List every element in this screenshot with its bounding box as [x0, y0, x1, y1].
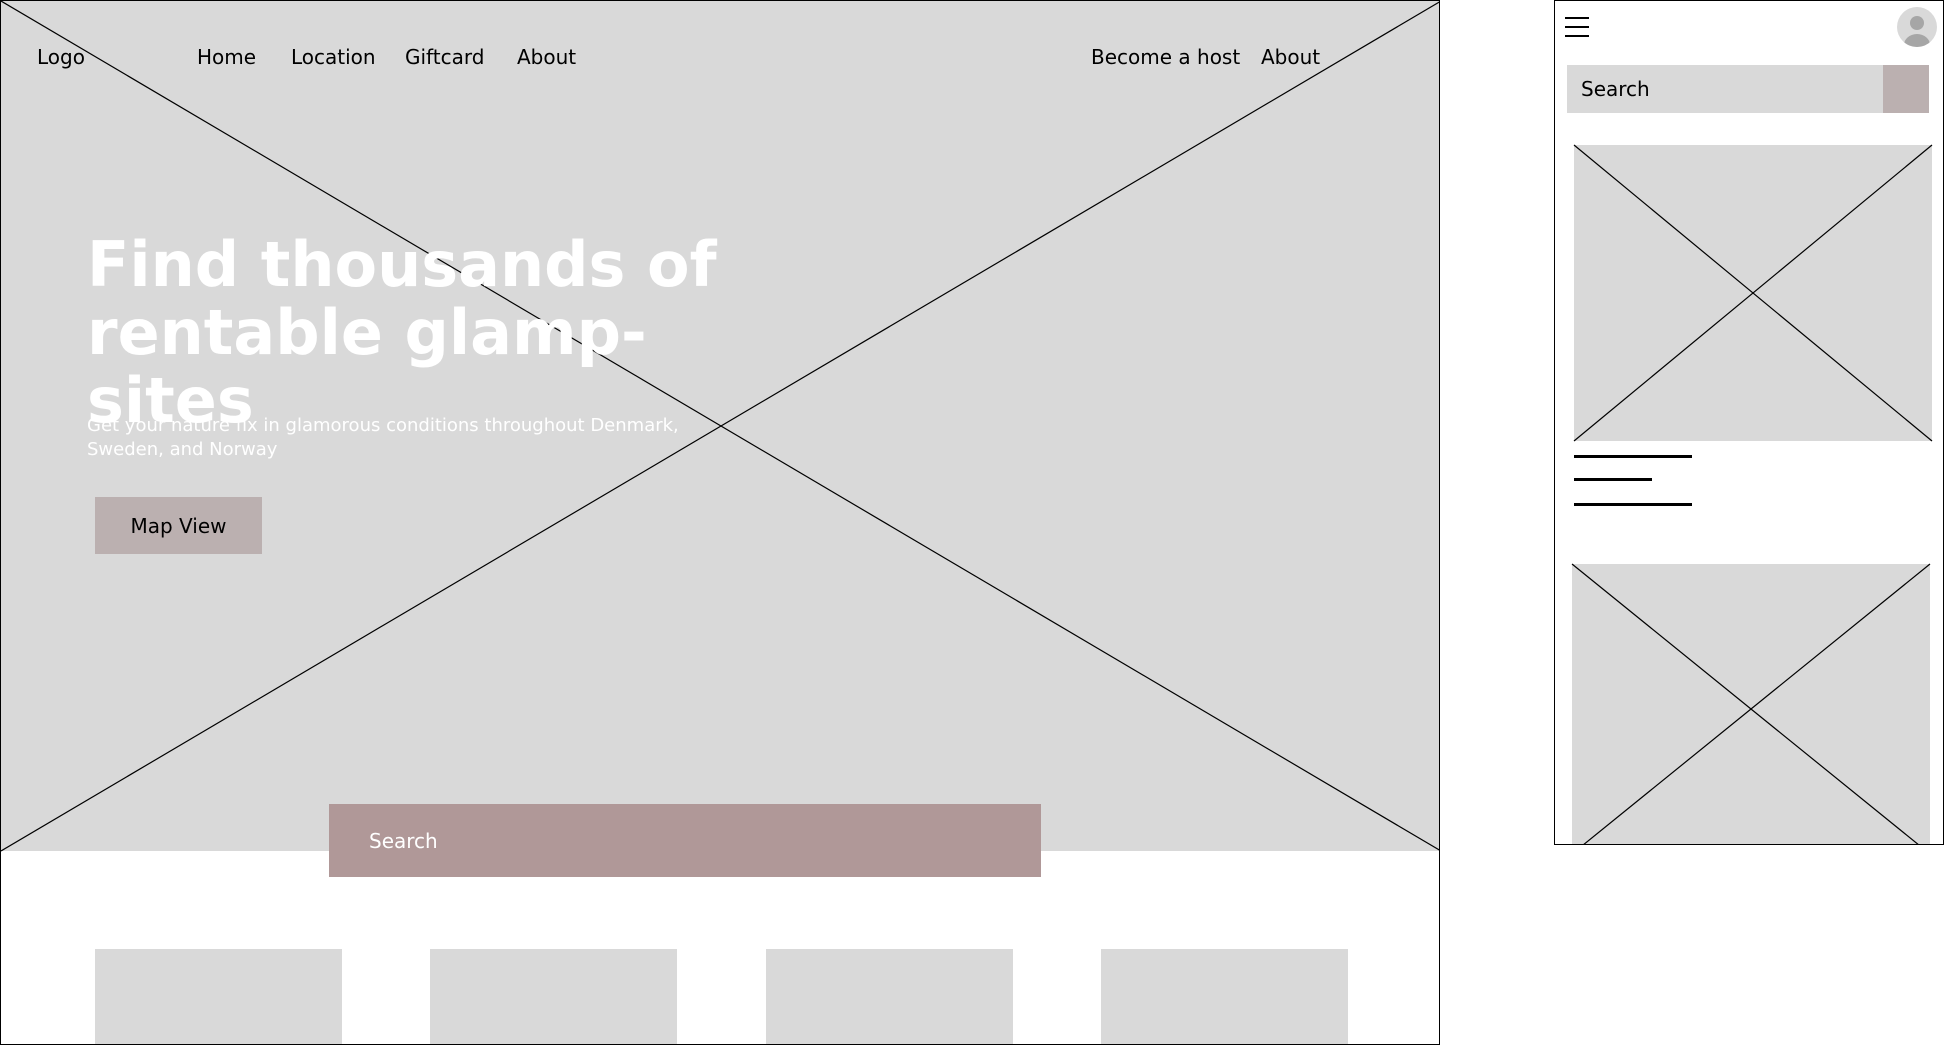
text-placeholder-line [1574, 478, 1652, 481]
card-placeholder[interactable] [1101, 949, 1348, 1044]
hero-subtitle: Get your nature fix in glamorous conditi… [87, 415, 679, 460]
mobile-search-bar[interactable]: Search [1567, 65, 1929, 113]
mobile-wireframe: Search [1554, 0, 1944, 845]
mobile-listing-image-placeholder[interactable] [1571, 563, 1931, 844]
nav-link-giftcard[interactable]: Giftcard [405, 45, 484, 69]
search-bar[interactable]: Search [329, 804, 1041, 877]
nav-link-about[interactable]: About [517, 45, 576, 69]
user-silhouette-icon [1904, 16, 1930, 47]
hero-title: Find thousands of rentable glamp-sites [87, 231, 787, 435]
logo[interactable]: Logo [37, 45, 85, 69]
image-placeholder-cross [1571, 563, 1931, 844]
card-placeholder[interactable] [766, 949, 1013, 1044]
hero-title-line-1: Find thousands of [87, 228, 717, 301]
card-placeholder[interactable] [95, 949, 342, 1044]
mobile-listing-image-placeholder[interactable] [1573, 144, 1933, 442]
card-placeholder[interactable] [430, 949, 677, 1044]
text-placeholder-line [1574, 455, 1692, 458]
nav-link-become-host[interactable]: Become a host [1091, 45, 1240, 69]
nav-link-home[interactable]: Home [197, 45, 256, 69]
desktop-wireframe: Logo Home Location Giftcard About Become… [0, 0, 1440, 1045]
hamburger-menu-icon[interactable] [1565, 17, 1589, 37]
user-avatar-icon[interactable] [1897, 7, 1937, 47]
text-placeholder-line [1574, 503, 1692, 506]
mobile-search-label: Search [1581, 77, 1650, 101]
nav-link-about-right[interactable]: About [1261, 45, 1320, 69]
image-placeholder-cross [1573, 144, 1933, 442]
map-view-button[interactable]: Map View [95, 497, 262, 554]
search-bar-label: Search [369, 828, 438, 853]
mobile-search-button[interactable] [1883, 65, 1929, 113]
nav-link-location[interactable]: Location [291, 45, 376, 69]
